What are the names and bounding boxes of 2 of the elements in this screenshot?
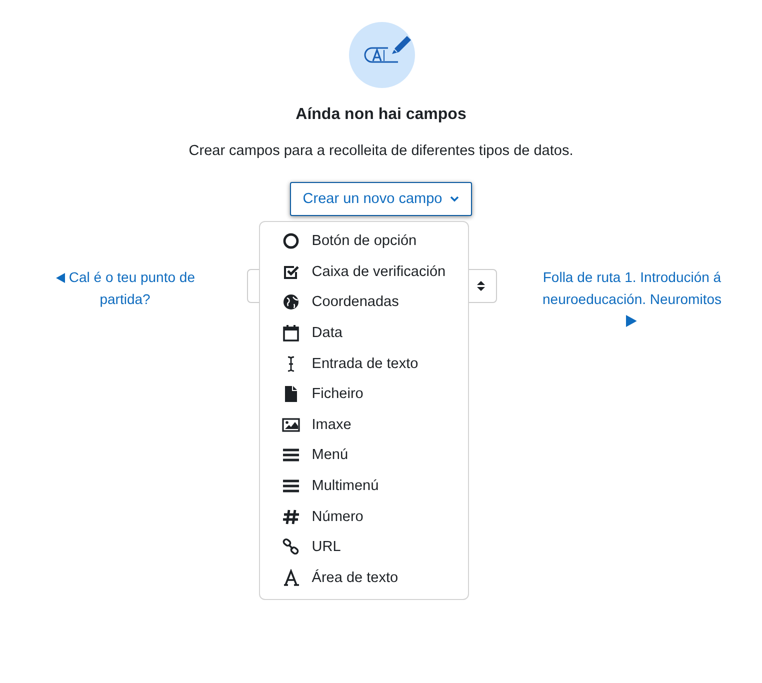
empty-state-description: Crear campos para a recolleita de diferentes tipos de datos. (188, 143, 574, 159)
empty-state-title: Aínda non hai campos (296, 106, 466, 124)
